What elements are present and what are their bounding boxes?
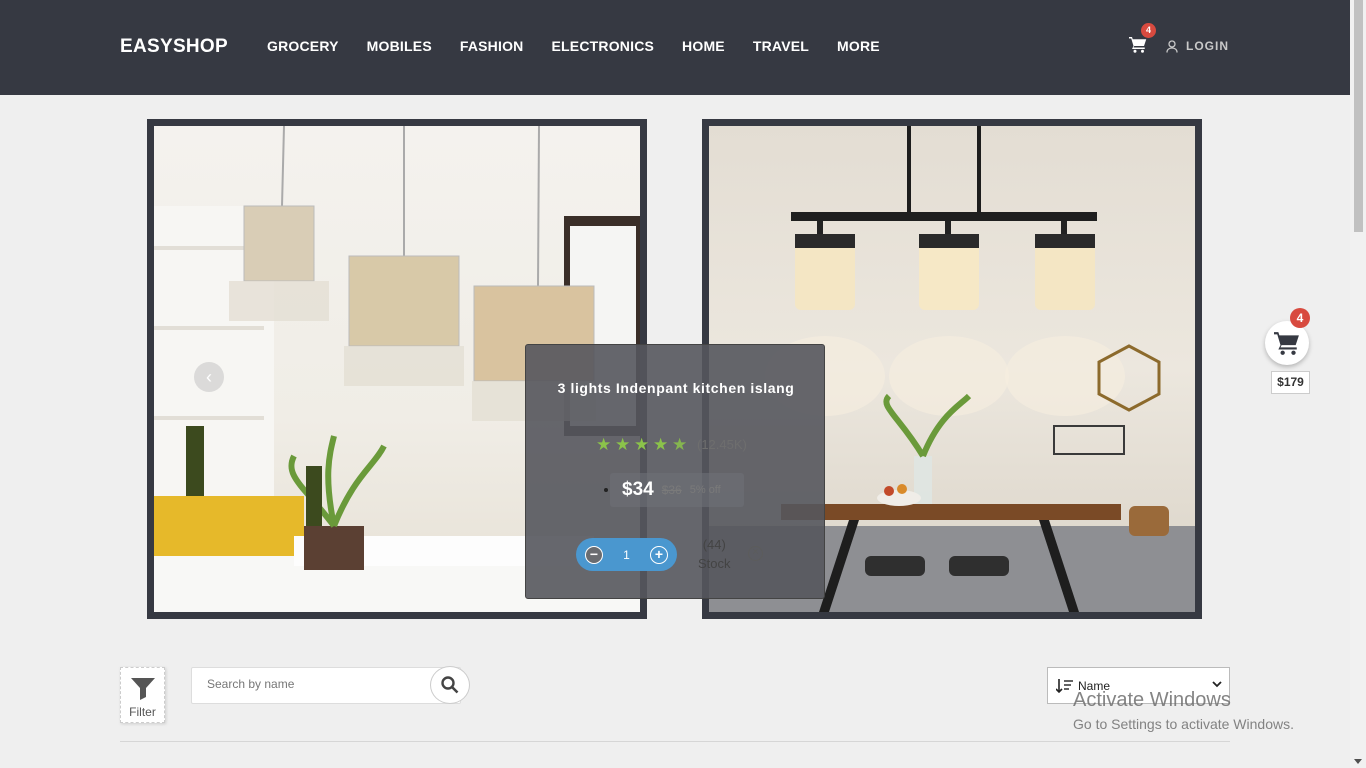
product-quickview-popup: 3 lights Indenpant kitchen islang ★ ★ ★ …: [525, 344, 825, 599]
current-price: $34: [622, 479, 654, 500]
star-icon: ★: [615, 435, 631, 454]
search-button[interactable]: [430, 666, 470, 704]
filter-button[interactable]: Filter: [120, 667, 165, 723]
filter-label: Filter: [129, 705, 156, 719]
review-count: (12.45K): [697, 437, 747, 452]
plus-icon[interactable]: +: [650, 545, 668, 564]
chevron-left-icon[interactable]: ‹: [194, 362, 224, 392]
nav-item-grocery[interactable]: GROCERY: [267, 38, 339, 54]
search-box: [191, 667, 461, 704]
windows-activation-watermark: Activate Windows Go to Settings to activ…: [1073, 689, 1294, 732]
search-input[interactable]: [207, 677, 427, 691]
discount-label: 5% off: [689, 484, 721, 496]
page-scrollbar[interactable]: [1350, 0, 1366, 768]
sort-icon: [1056, 678, 1073, 693]
scrollbar-thumb[interactable]: [1354, 0, 1363, 232]
main-nav: GROCERY MOBILES FASHION ELECTRONICS HOME…: [267, 38, 908, 54]
nav-item-more[interactable]: MORE: [837, 38, 880, 54]
close-circle-icon[interactable]: ×: [748, 546, 763, 561]
search-icon: [441, 676, 459, 694]
brand-logo[interactable]: EASYSHOP: [120, 36, 228, 58]
price-dot: [604, 488, 608, 492]
stock-count: (44): [702, 537, 726, 552]
watermark-subtitle: Go to Settings to activate Windows.: [1073, 716, 1294, 732]
star-half-icon: ★: [672, 435, 688, 454]
star-icon: ★: [653, 435, 669, 454]
floating-cart-badge: 4: [1290, 308, 1310, 328]
stock-info: (44) Stock: [698, 535, 731, 573]
minus-icon[interactable]: −: [585, 545, 603, 564]
product-title: 3 lights Indenpant kitchen islang: [557, 380, 795, 396]
top-navbar: EASYSHOP GROCERY MOBILES FASHION ELECTRO…: [0, 0, 1350, 95]
filter-icon: [131, 678, 155, 700]
product-rating: ★ ★ ★ ★ ★ (12.45K): [596, 435, 747, 454]
cart-icon: [1274, 332, 1299, 355]
login-label: LOGIN: [1186, 39, 1229, 53]
nav-item-fashion[interactable]: FASHION: [460, 38, 524, 54]
scroll-down-arrow-icon[interactable]: [1354, 759, 1362, 764]
stock-label: Stock: [698, 556, 731, 571]
user-icon: [1166, 39, 1178, 53]
floating-cart-button[interactable]: 4: [1265, 308, 1310, 365]
section-divider: [120, 741, 1230, 742]
quantity-stepper: − 1 +: [576, 538, 677, 571]
star-icon: ★: [596, 435, 612, 454]
star-icon: ★: [634, 435, 650, 454]
price-box: $34 $36 5% off: [604, 473, 744, 507]
header-cart-button[interactable]: 4: [1129, 23, 1156, 56]
watermark-title: Activate Windows: [1073, 689, 1231, 711]
cart-total: $179: [1271, 371, 1310, 394]
login-link[interactable]: LOGIN: [1166, 39, 1229, 53]
cart-count-badge: 4: [1141, 23, 1156, 38]
quantity-value[interactable]: 1: [623, 548, 630, 562]
cart-icon: [1129, 37, 1147, 53]
nav-item-electronics[interactable]: ELECTRONICS: [552, 38, 655, 54]
chevron-down-icon: [1212, 681, 1222, 688]
original-price: $36: [661, 483, 682, 497]
nav-item-mobiles[interactable]: MOBILES: [367, 38, 432, 54]
nav-item-home[interactable]: HOME: [682, 38, 725, 54]
nav-item-travel[interactable]: TRAVEL: [753, 38, 809, 54]
